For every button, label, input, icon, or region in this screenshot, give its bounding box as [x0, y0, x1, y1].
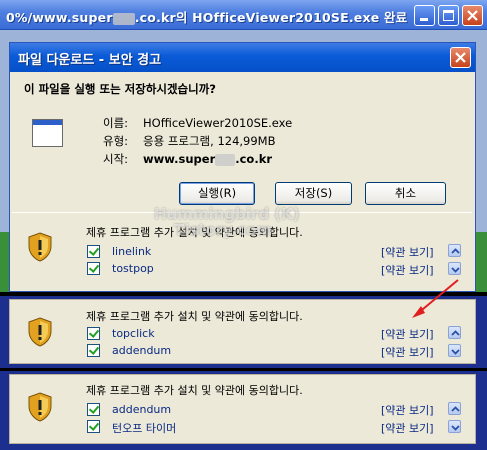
annotation-arrow: [412, 279, 459, 318]
